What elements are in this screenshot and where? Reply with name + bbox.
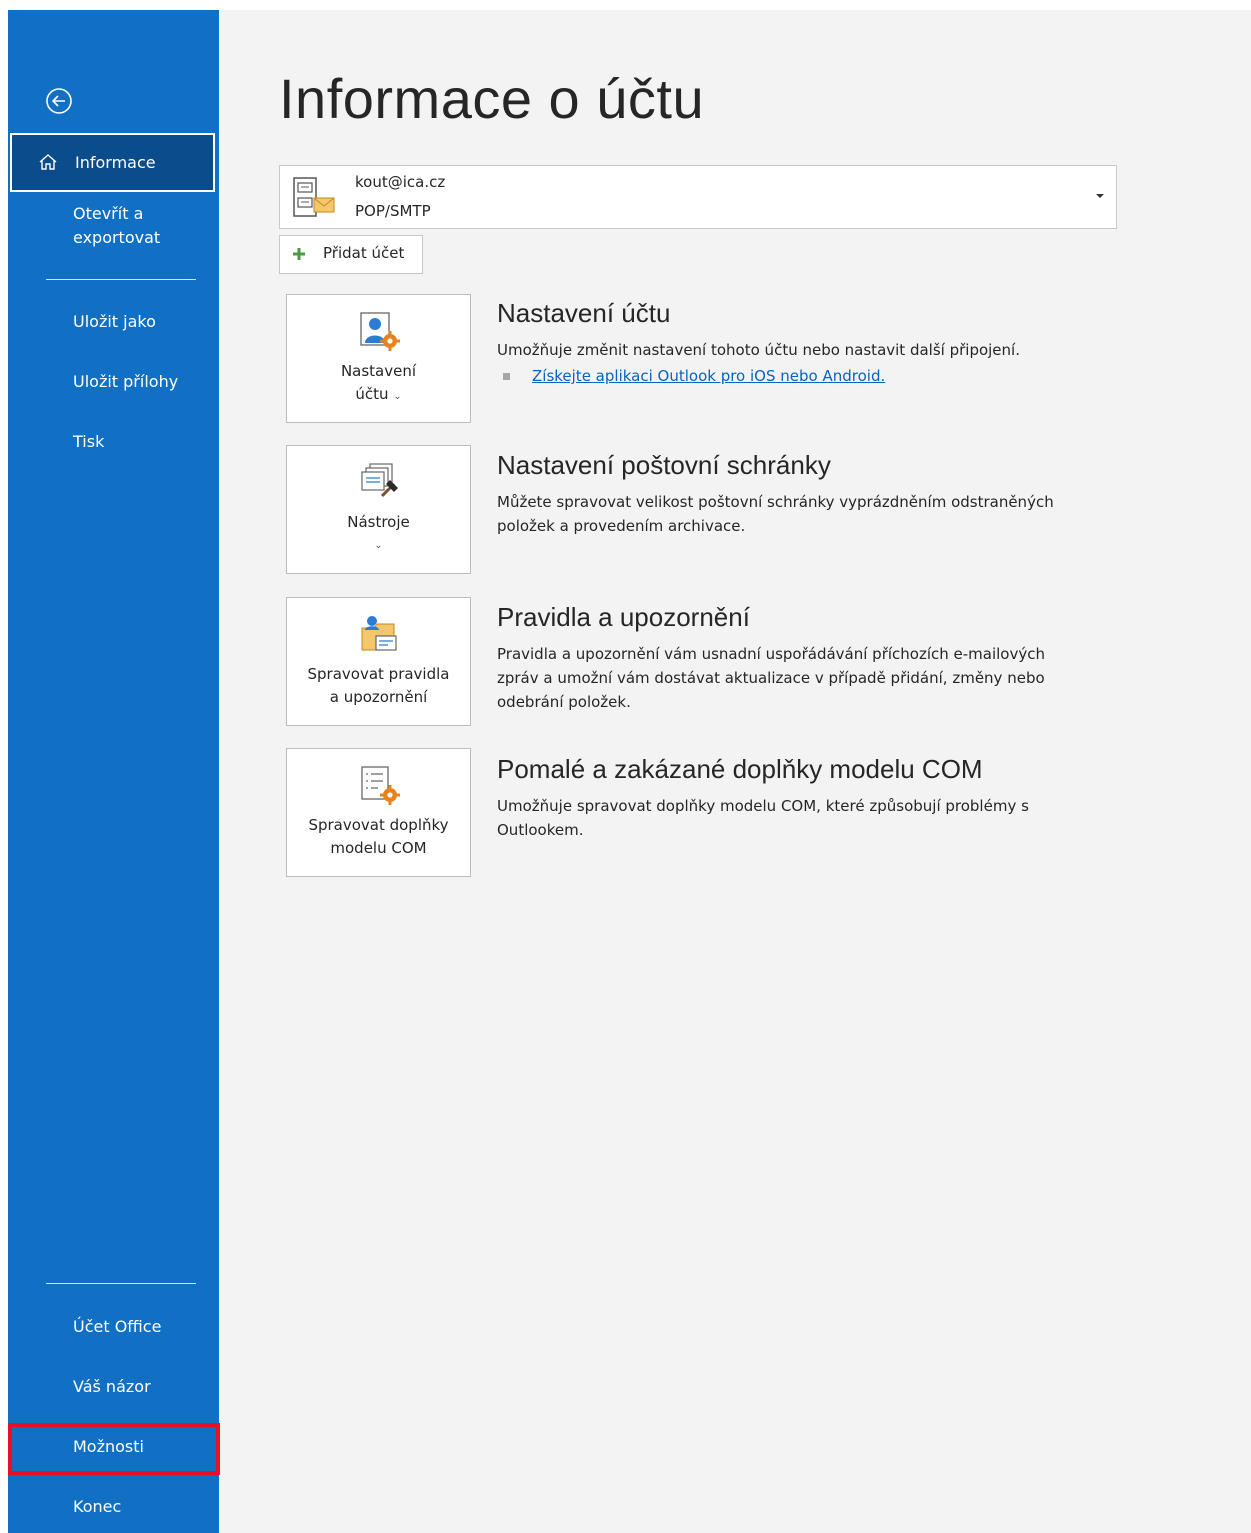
com-addins-icon: [360, 766, 400, 805]
sidebar-item-open-export[interactable]: Otevřít a exportovat: [8, 202, 213, 252]
section-description-line: Outlookem.: [497, 821, 584, 839]
account-type: POP/SMTP: [355, 202, 431, 220]
section-description-line: Pravidla a upozornění vám usnadní uspořá…: [497, 645, 1045, 663]
outlook-mobile-link-row: Získejte aplikaci Outlook pro iOS nebo A…: [503, 367, 885, 385]
rules-alerts-icon: [361, 616, 397, 651]
tools-button[interactable]: Nástroje ⌄: [286, 445, 471, 574]
section-description-line: Můžete spravovat velikost poštovní schrá…: [497, 493, 1054, 511]
sidebar-item-label: Uložit přílohy: [73, 372, 179, 391]
account-dropdown[interactable]: kout@ica.cz POP/SMTP: [279, 165, 1117, 229]
tile-label-line: Nástroje: [347, 513, 410, 531]
sidebar-item-exit[interactable]: Konec: [8, 1495, 213, 1521]
manage-rules-button[interactable]: Spravovat pravidla a upozornění: [286, 597, 471, 726]
sidebar-item-label: Otevřít a: [73, 204, 144, 223]
section-title: Nastavení účtu: [497, 298, 671, 328]
sidebar-item-label: Informace: [75, 153, 156, 172]
sidebar-divider: [46, 279, 196, 280]
manage-com-addins-button[interactable]: Spravovat doplňky modelu COM: [286, 748, 471, 877]
sidebar-item-label: Uložit jako: [73, 312, 156, 331]
section-description-line: odebrání položek.: [497, 693, 631, 711]
tile-label-line: Spravovat doplňky: [308, 816, 449, 834]
caret-down-icon: [1096, 194, 1104, 198]
section-description: Pravidla a upozornění vám usnadní uspořá…: [497, 642, 1097, 714]
tile-label-line: účtu: [355, 385, 389, 403]
tile-label: Spravovat doplňky modelu COM: [287, 814, 470, 860]
tile-label-line: Spravovat pravidla: [307, 665, 450, 683]
section-title: Nastavení poštovní schránky: [497, 450, 831, 480]
account-info-panel: Informace o účtu kout@ica.cz POP/SMTP Př…: [219, 10, 1251, 1533]
chevron-down-icon: ⌄: [374, 540, 383, 551]
chevron-down-icon: ⌄: [393, 391, 402, 402]
section-description-line: položek a provedením archivace.: [497, 517, 746, 535]
sidebar-item-office-account[interactable]: Účet Office: [8, 1315, 213, 1341]
tile-label: Spravovat pravidla a upozornění: [287, 663, 470, 709]
sidebar-item-save-attachments[interactable]: Uložit přílohy: [8, 370, 213, 396]
section-title: Pravidla a upozornění: [497, 602, 750, 632]
account-email: kout@ica.cz: [355, 173, 446, 191]
section-description: Můžete spravovat velikost poštovní schrá…: [497, 490, 1097, 538]
sidebar-item-label: Váš názor: [73, 1377, 151, 1396]
options-highlight: [8, 1423, 220, 1475]
plus-icon: [293, 248, 305, 260]
section-description: Umožňuje spravovat doplňky modelu COM, k…: [497, 794, 1097, 842]
sidebar-item-informace[interactable]: Informace: [10, 133, 215, 192]
tile-label-line: a upozornění: [329, 688, 428, 706]
account-settings-icon: [359, 312, 400, 351]
sidebar-item-label: Účet Office: [73, 1317, 162, 1336]
tile-label-line: Nastavení: [340, 362, 417, 380]
bullet-icon: [503, 373, 510, 380]
sidebar-item-print[interactable]: Tisk: [8, 430, 213, 456]
back-button[interactable]: [44, 86, 74, 116]
section-title: Pomalé a zakázané doplňky modelu COM: [497, 754, 983, 784]
tile-label: Nastavení účtu ⌄: [287, 360, 470, 408]
section-description-line: zpráv a umožní vám dostávat aktualizace …: [497, 669, 1045, 687]
sidebar-item-save-as[interactable]: Uložit jako: [8, 310, 213, 336]
tile-label: Nástroje ⌄: [287, 511, 470, 557]
mailbox-tools-icon: [360, 463, 398, 498]
page-title: Informace o účtu: [279, 67, 705, 130]
section-description-line: Umožňuje spravovat doplňky modelu COM, k…: [497, 797, 1029, 815]
backstage-sidebar: Informace Otevřít a exportovat Uložit ja…: [8, 10, 219, 1533]
sidebar-divider: [46, 1283, 196, 1284]
tile-label-line: modelu COM: [330, 839, 427, 857]
home-icon: [39, 154, 57, 170]
account-settings-button[interactable]: Nastavení účtu ⌄: [286, 294, 471, 423]
back-arrow-icon: [46, 88, 72, 114]
add-account-label: Přidat účet: [323, 244, 405, 262]
sidebar-item-feedback[interactable]: Váš názor: [8, 1375, 213, 1401]
mailbox-account-icon: [293, 177, 335, 217]
add-account-button[interactable]: Přidat účet: [279, 235, 423, 274]
outlook-mobile-link[interactable]: Získejte aplikaci Outlook pro iOS nebo A…: [532, 367, 885, 385]
sidebar-item-label: Tisk: [73, 432, 105, 451]
section-description: Umožňuje změnit nastavení tohoto účtu ne…: [497, 341, 1020, 359]
sidebar-item-label: exportovat: [73, 228, 161, 247]
sidebar-item-label: Konec: [73, 1497, 122, 1516]
